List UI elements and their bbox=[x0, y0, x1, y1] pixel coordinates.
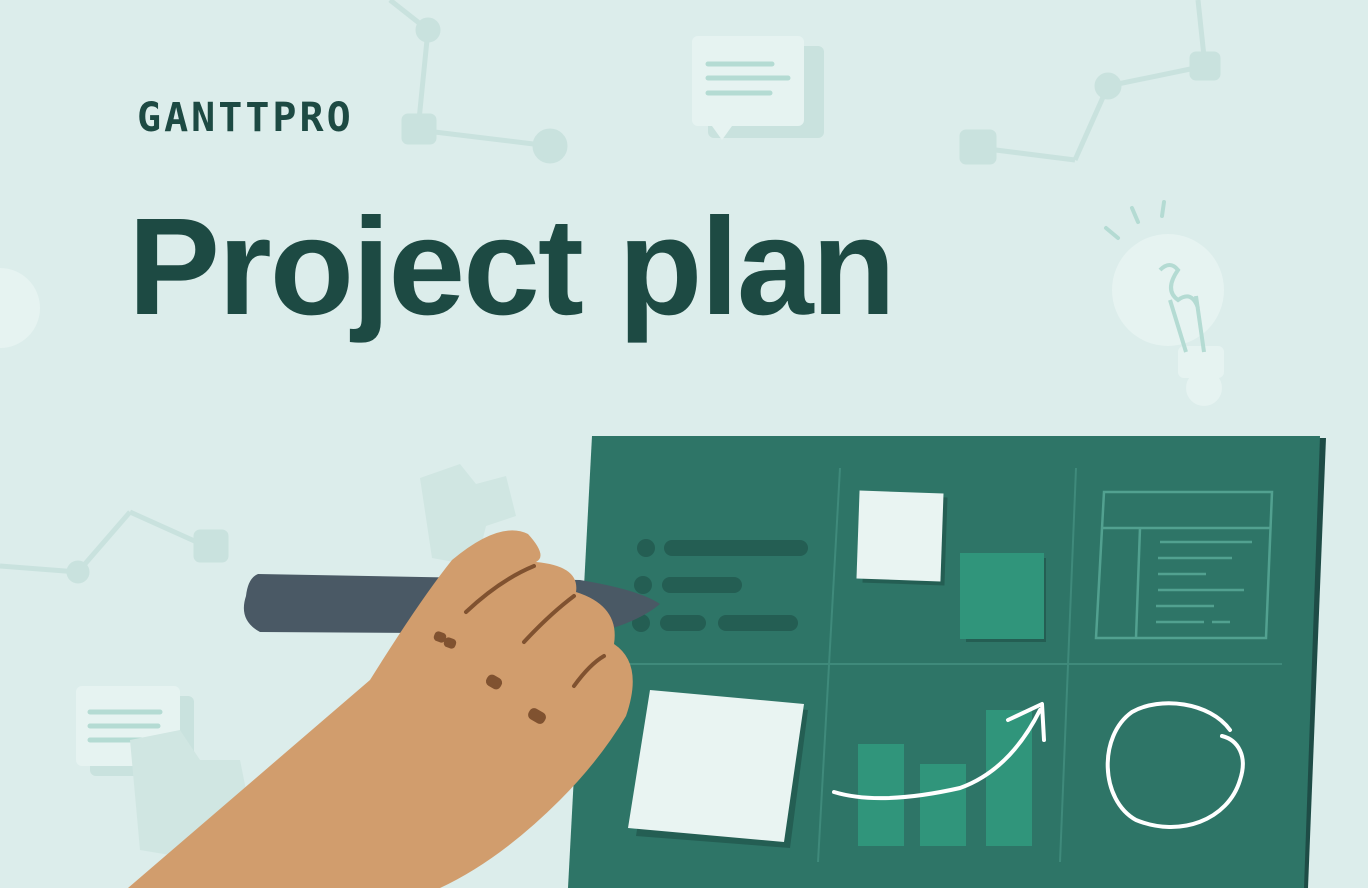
trend-arrow-icon bbox=[0, 509, 229, 584]
ganttpro-logo: GANTTPRO bbox=[137, 95, 354, 141]
lightbulb-icon bbox=[1104, 200, 1224, 406]
page-title: Project plan bbox=[128, 190, 896, 344]
note-panel bbox=[628, 690, 808, 848]
chat-bubble-icon bbox=[692, 36, 824, 140]
lightbulb-icon bbox=[0, 268, 40, 348]
